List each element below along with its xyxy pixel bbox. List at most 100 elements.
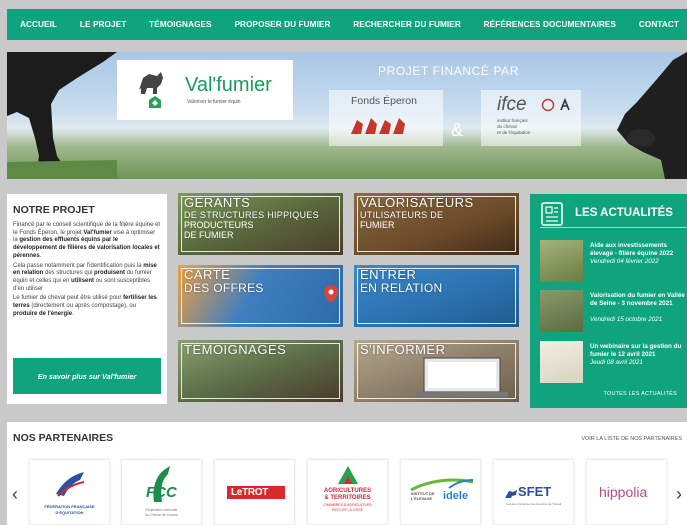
tile-valorisateurs-line-1: VALORISATEURS <box>360 195 474 210</box>
valfumier-logo: Val'fumier Valoriser le fumier équin <box>117 60 293 120</box>
logo-name: Val'fumier <box>185 74 272 96</box>
projet-text: Le fumier de cheval peut être utilisé po… <box>13 295 124 302</box>
sfet-horse-icon <box>505 490 517 498</box>
top-navigation: ACCUEIL LE PROJET TÉMOIGNAGES PROPOSER D… <box>0 0 687 46</box>
tile-carte[interactable]: CARTE DES OFFRES <box>178 265 343 327</box>
news-item-1[interactable]: Aide aux investissements élevage - filiè… <box>540 240 687 282</box>
tile-entrer[interactable]: ENTRER EN RELATION <box>354 265 519 327</box>
news-title-1: Aide aux investissements élevage - filiè… <box>590 242 674 257</box>
tile-entrer-line-2: EN RELATION <box>360 281 443 295</box>
banner-title: PROJET FINANCÉ PAR <box>378 64 520 78</box>
fonds-eperon-horses-icon <box>351 118 405 134</box>
horse-head-image-right <box>617 52 687 179</box>
tile-gerants[interactable]: GÉRANTS DE STRUCTURES HIPPIQUES PRODUCTE… <box>178 193 343 255</box>
fonds-eperon-label: Fonds Éperon <box>351 95 417 107</box>
tile-informer[interactable]: S'INFORMER <box>354 340 519 402</box>
horse-leg-image-left <box>7 52 117 179</box>
partner-logo-chambre-agriculture[interactable]: AGRICULTURES & TERRITOIRES CHAMBRES D'AG… <box>307 459 388 525</box>
partner-logo-hippolia[interactable]: hippolia <box>586 459 667 525</box>
actualites-divider <box>540 227 687 228</box>
fcc-label: FCC <box>146 484 177 501</box>
logo-tagline: Valoriser le fumier équin <box>187 99 241 105</box>
partenaires-section: NOS PARTENAIRES VOIR LA LISTE DE NOS PAR… <box>7 422 687 525</box>
ampersand: & <box>451 120 464 140</box>
toutes-actualites-link[interactable]: TOUTES LES ACTUALITÉS <box>604 391 677 397</box>
tile-valorisateurs[interactable]: VALORISATEURS UTILISATEURS DE FUMIER <box>354 193 519 255</box>
idele-label: idele <box>443 490 469 502</box>
nav-bar: ACCUEIL LE PROJET TÉMOIGNAGES PROPOSER D… <box>7 9 687 40</box>
ifce-emblem-icon <box>541 98 570 112</box>
ifce-logo: ifce institut français du cheval et de l… <box>481 90 581 146</box>
ifce-sub-1: institut français <box>497 118 528 123</box>
news-title-3: Un webinaire sur la gestion du fumier le… <box>590 343 682 358</box>
carousel-next-arrow-icon[interactable]: › <box>676 484 682 505</box>
chambre-label-1: AGRICULTURES <box>323 488 372 494</box>
projet-text-bold: utilisent <box>71 277 95 284</box>
news-item-3[interactable]: Un webinaire sur la gestion du fumier le… <box>540 341 687 383</box>
hippolia-label: hippolia <box>599 484 648 500</box>
tile-temoignages[interactable]: TÉMOIGNAGES <box>178 340 343 402</box>
fcc-sub-1: Fédération nationale <box>145 508 178 512</box>
projet-paragraph-2: Cela passe notamment par l'identificatio… <box>13 263 161 294</box>
sfet-sub: Société Française des Équidés de Travail <box>505 502 562 506</box>
news-date-2: Vendredi 15 octobre 2021 <box>590 316 663 323</box>
nav-item-contact[interactable]: CONTACT <box>639 20 679 29</box>
letrot-label: LeTROT <box>231 487 269 498</box>
tile-gerants-line-3: PRODUCTEURS <box>184 220 254 230</box>
tile-informer-line-1: S'INFORMER <box>360 342 446 357</box>
nav-item-le-projet[interactable]: LE PROJET <box>80 20 126 29</box>
map-pin-icon <box>324 285 338 303</box>
projet-text-bold: gestion des effluents équins par le déve… <box>13 237 160 259</box>
partenaires-title: NOS PARTENAIRES <box>13 432 114 444</box>
tile-gerants-line-1: GÉRANTS <box>184 195 251 210</box>
ifce-sub-2: du cheval <box>497 124 517 129</box>
actualites-title: LES ACTUALITÉS <box>575 207 673 219</box>
ifce-sub-3: et de l'équitation <box>497 130 531 135</box>
nav-item-rechercher-fumier[interactable]: RECHERCHER DU FUMIER <box>353 20 461 29</box>
projet-text: Cela passe notamment par l'identificatio… <box>13 262 144 269</box>
chambre-label-2: & TERRITOIRES <box>324 495 371 501</box>
sfet-label: SFET <box>518 484 552 499</box>
laptop-icon <box>416 357 508 397</box>
ifce-name: ifce <box>497 94 527 115</box>
nav-item-accueil[interactable]: ACCUEIL <box>20 20 57 29</box>
tile-valorisateurs-line-3: FUMIER <box>360 220 395 230</box>
nav-item-temoignages[interactable]: TÉMOIGNAGES <box>149 20 212 29</box>
tile-temoignages-line-1: TÉMOIGNAGES <box>184 342 287 357</box>
en-savoir-plus-button[interactable]: En savoir plus sur Val'fumier <box>13 358 161 394</box>
partner-logo-fcc[interactable]: FCC Fédération nationale du Cheval de Co… <box>121 459 202 525</box>
projet-paragraph-1: Financé par le conseil scientifique de l… <box>13 222 161 261</box>
nav-item-references[interactable]: RÉFÉRENCES DOCUMENTAIRES <box>484 20 616 29</box>
notre-projet-panel: NOTRE PROJET Financé par le conseil scie… <box>7 194 167 404</box>
voir-partenaires-link[interactable]: VOIR LA LISTE DE NOS PARTENAIRES <box>581 436 682 442</box>
news-thumbnail <box>540 290 583 332</box>
projet-text-bold: produisent <box>94 270 126 277</box>
ffe-label-2: D'ÉQUITATION <box>55 510 84 515</box>
tile-valorisateurs-line-2: UTILISATEURS DE <box>360 210 444 220</box>
carousel-prev-arrow-icon[interactable]: ‹ <box>12 484 18 505</box>
projet-text: . <box>39 252 42 259</box>
nav-item-proposer-fumier[interactable]: PROPOSER DU FUMIER <box>235 20 331 29</box>
ffe-label-1: FÉDÉRATION FRANÇAISE <box>44 504 95 509</box>
tile-carte-line-2: DES OFFRES <box>184 281 264 295</box>
partner-logo-ffe[interactable]: FÉDÉRATION FRANÇAISE D'ÉQUITATION <box>29 459 110 525</box>
actualites-panel: LES ACTUALITÉS Aide aux investissements … <box>530 194 687 408</box>
projet-text: (directement ou après compostage), ou <box>29 303 137 310</box>
idele-sub-2: L'ÉLEVAGE <box>411 497 433 501</box>
partner-logo-idele[interactable]: INSTITUT DE L'ÉLEVAGE idele <box>400 459 481 525</box>
partner-logo-sfet[interactable]: SFET Société Française des Équidés de Tr… <box>493 459 574 525</box>
projet-title: NOTRE PROJET <box>13 204 95 216</box>
news-title-2: Valorisation du fumier en Vallée de Sein… <box>590 292 685 307</box>
news-date-1: Vendredi 04 février 2022 <box>590 258 659 265</box>
tile-entrer-line-1: ENTRER <box>360 267 417 282</box>
news-thumbnail <box>540 240 583 282</box>
tile-gerants-line-4: DE FUMIER <box>184 230 234 240</box>
hero-banner: Val'fumier Valoriser le fumier équin PRO… <box>7 52 687 179</box>
partner-logo-letrot[interactable]: LeTROT <box>214 459 295 525</box>
news-item-2[interactable]: Valorisation du fumier en Vallée de Sein… <box>540 290 687 332</box>
tile-carte-line-1: CARTE <box>184 267 231 282</box>
ffe-horse-icon <box>56 472 85 497</box>
projet-text-bold: produire de l'énergie <box>13 310 73 317</box>
valfumier-horse-icon <box>139 72 163 108</box>
projet-text: des structures qui <box>43 270 95 277</box>
